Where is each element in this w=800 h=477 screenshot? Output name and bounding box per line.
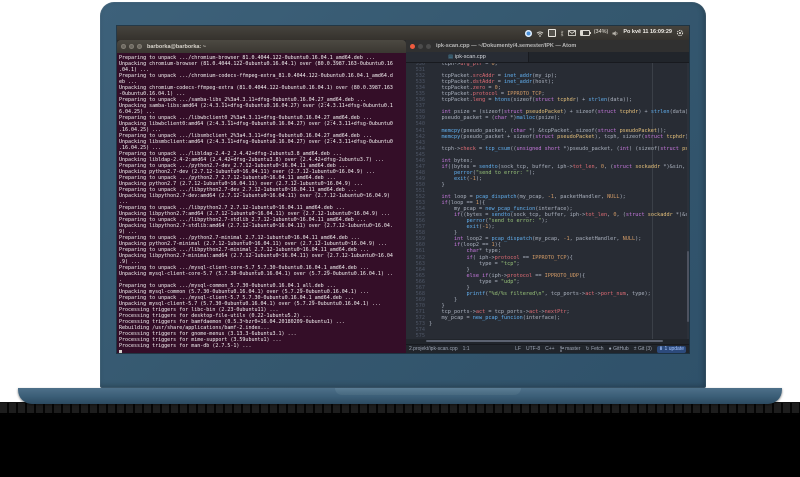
terminal-output[interactable]: Preparing to unpack .../chromium-browser… xyxy=(117,53,406,353)
terminal-line: Preparing to unpack .../chromium-codecs-… xyxy=(119,73,393,79)
ubuntu-top-panel: (34%) Po kvě 11 16:09:29 xyxy=(117,26,689,40)
atom-window: ipk-scan.cpp — ~/Dokumenty/4.semester/IP… xyxy=(406,40,689,353)
horizontal-scrollbar[interactable] xyxy=(406,339,689,344)
atom-titlebar[interactable]: ipk-scan.cpp — ~/Dokumenty/4.semester/IP… xyxy=(406,40,689,52)
laptop-mockup: (34%) Po kvě 11 16:09:29 barborka@barbor… xyxy=(0,0,800,477)
atom-window-title: ipk-scan.cpp — ~/Dokumenty/4.semester/IP… xyxy=(436,43,577,49)
app-indicator-icon[interactable] xyxy=(524,29,532,37)
code-editor[interactable]: 530 tcph->urg_ptr = 0; 531 532 tcpPacket.s… xyxy=(406,63,689,339)
desktop-screen: (34%) Po kvě 11 16:09:29 barborka@barbor… xyxy=(117,26,689,353)
terminal-line: Unpacking samba-libs:amd64 (2:4.3.11+dfs… xyxy=(119,103,393,109)
clock-label[interactable]: Po kvě 11 16:09:29 xyxy=(623,30,672,36)
minimize-button[interactable] xyxy=(418,43,423,49)
keyboard-indicator-icon[interactable] xyxy=(547,29,556,37)
status-git-changes[interactable]: ± Git (3) xyxy=(634,346,652,352)
maximize-button[interactable] xyxy=(426,43,431,49)
tab-label: ipk-scan.cpp xyxy=(454,54,486,60)
close-button[interactable] xyxy=(121,44,126,49)
status-git-branch[interactable]: master xyxy=(559,346,580,352)
tab-bar: ▤ ipk-scan.cpp xyxy=(406,52,689,63)
status-updates-badge[interactable]: ⬇ 1 update xyxy=(656,345,686,353)
terminal-window: barborka@barborka: ~ Preparing to unpack… xyxy=(117,40,406,353)
tab-ipk-scan[interactable]: ▤ ipk-scan.cpp xyxy=(406,52,529,62)
battery-percent-label: (34%) xyxy=(593,29,609,36)
terminal-line: Unpacking libsmbclient:amd64 (2:4.3.11+d… xyxy=(119,139,393,145)
terminal-line: Unpacking libpython2.7-dev:amd64 (2.7.12… xyxy=(119,193,390,199)
status-line-ending[interactable]: LF xyxy=(515,346,521,352)
status-bar: 2.projekt/ipk-scan.cpp 1:1 LF UTF-8 C++ … xyxy=(406,344,689,353)
terminal-line: Unpacking chromium-browser (81.0.4044.12… xyxy=(119,61,393,67)
session-gear-icon[interactable] xyxy=(676,29,684,37)
status-language[interactable]: C++ xyxy=(545,346,554,352)
battery-icon[interactable] xyxy=(579,30,591,36)
laptop-hinge-notch xyxy=(335,388,521,395)
editor-scrollbar[interactable] xyxy=(687,63,689,339)
terminal-line: Unpacking mysql-client-core-5.7 (5.7.30-… xyxy=(119,271,393,277)
panel-indicators: (34%) Po kvě 11 16:09:29 xyxy=(524,29,689,37)
volume-icon[interactable] xyxy=(612,29,619,37)
terminal-line: Unpacking libpython2.7-minimal:amd64 (2.… xyxy=(119,253,393,259)
code-pane: 530 tcph->urg_ptr = 0; 531 532 tcpPacket.s… xyxy=(406,63,689,339)
sync-icon: ↻ xyxy=(585,345,590,352)
status-fetch[interactable]: ↻ Fetch xyxy=(585,346,603,352)
laptop-key-row xyxy=(0,403,800,414)
file-icon: ▤ xyxy=(448,53,453,60)
update-icon: ⬇ xyxy=(658,345,664,352)
terminal-title: barborka@barborka: ~ xyxy=(147,43,207,50)
terminal-line: Unpacking libwbclient0:amd64 (2:4.3.11+d… xyxy=(119,121,393,127)
bluetooth-icon[interactable] xyxy=(560,29,564,37)
terminal-line: Unpacking libpython2.7-stdlib:amd64 (2.7… xyxy=(119,223,393,229)
maximize-button[interactable] xyxy=(137,44,142,49)
status-encoding[interactable]: UTF-8 xyxy=(526,346,540,352)
terminal-titlebar[interactable]: barborka@barborka: ~ xyxy=(117,40,406,53)
diff-icon: ± xyxy=(633,345,637,352)
windows-area: barborka@barborka: ~ Preparing to unpack… xyxy=(117,40,689,353)
terminal-cursor xyxy=(119,350,122,353)
status-github[interactable]: ● GitHub xyxy=(609,346,629,352)
status-cursor-position[interactable]: 1:1 xyxy=(463,346,470,352)
github-icon: ● xyxy=(608,345,612,352)
close-button[interactable] xyxy=(410,43,415,49)
mail-icon[interactable] xyxy=(567,29,576,37)
status-file-path[interactable]: 2.projekt/ipk-scan.cpp xyxy=(409,346,458,352)
wifi-icon[interactable] xyxy=(536,29,544,37)
minimize-button[interactable] xyxy=(129,44,134,49)
